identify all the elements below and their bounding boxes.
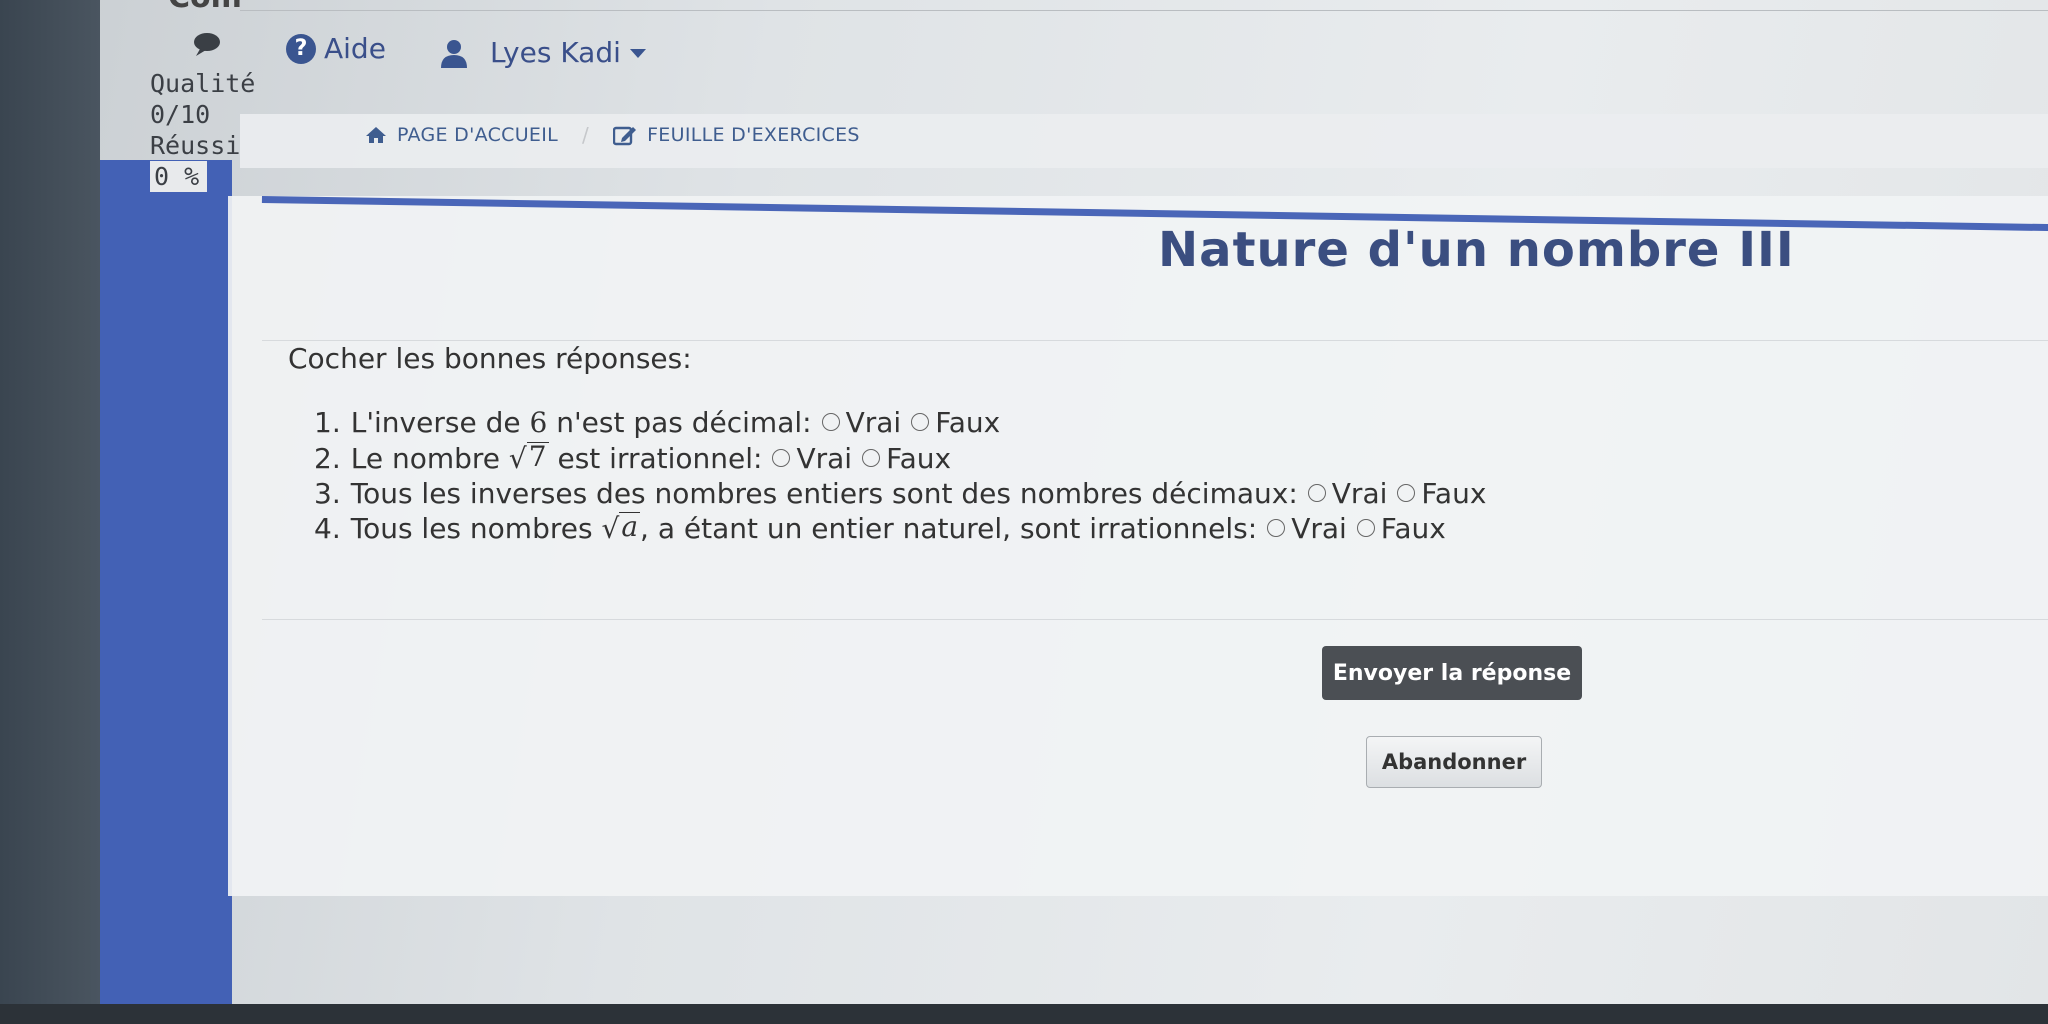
instruction: Cocher les bonnes réponses:	[288, 342, 692, 375]
question-text: Le nombre	[350, 441, 509, 475]
radio-true[interactable]	[772, 449, 791, 467]
question-text: n'est pas décimal:	[547, 405, 812, 439]
home-icon	[366, 127, 386, 143]
question-text: Tous les inverses des nombres entiers so…	[350, 476, 1298, 510]
caret-down-icon	[629, 48, 646, 58]
question-number: 3.	[314, 476, 341, 510]
breadcrumb: PAGE D'ACCUEIL / FEUILLE D'EXERCICES	[365, 123, 860, 147]
help-label: Aide	[324, 32, 386, 65]
question-text: , a étant un entier naturel, sont irrati…	[640, 511, 1258, 545]
question-text: Tous les nombres	[350, 511, 602, 545]
option-true-label: Vrai	[1331, 476, 1388, 510]
question-text: L'inverse de	[350, 405, 530, 439]
sqrt-symbol: √	[508, 441, 527, 475]
radio-false[interactable]	[862, 449, 881, 467]
help-icon: ?	[286, 33, 316, 64]
option-false[interactable]: Faux	[852, 442, 951, 475]
quality-label: Qualité	[150, 69, 256, 98]
radio-true[interactable]	[1267, 519, 1286, 537]
option-false[interactable]: Faux	[1347, 512, 1446, 545]
breadcrumb-separator: /	[582, 123, 590, 147]
user-icon	[441, 39, 467, 68]
breadcrumb-home[interactable]: PAGE D'ACCUEIL	[397, 124, 558, 146]
top-divider	[240, 10, 2048, 11]
user-name: Lyes Kadi	[490, 36, 621, 69]
breadcrumb-exercises[interactable]: FEUILLE D'EXERCICES	[647, 124, 860, 146]
question-text: est irrationnel:	[548, 441, 763, 475]
question-number: 2.	[314, 441, 341, 475]
radio-true[interactable]	[821, 413, 840, 431]
question-item: 1. L'inverse de 6 n'est pas décimal: Vra…	[314, 404, 1486, 440]
option-false-label: Faux	[886, 441, 952, 475]
chat-icon[interactable]	[192, 32, 222, 56]
question-number: 1.	[314, 405, 341, 439]
success-label: Réussi	[150, 131, 241, 160]
edit-icon	[613, 126, 637, 146]
radio-true[interactable]	[1307, 484, 1326, 502]
submit-answer-button[interactable]: Envoyer la réponse	[1322, 646, 1582, 700]
option-false[interactable]: Faux	[1387, 477, 1486, 510]
math-value: 6	[529, 405, 548, 439]
radio-false[interactable]	[1397, 484, 1416, 502]
option-true[interactable]: Vrai	[1257, 512, 1347, 545]
radio-false[interactable]	[911, 413, 930, 431]
option-false-label: Faux	[1380, 511, 1446, 545]
success-value: 0 %	[150, 161, 208, 192]
question-number: 4.	[314, 511, 341, 545]
sidebar	[100, 160, 232, 1010]
option-true[interactable]: Vrai	[812, 405, 902, 439]
question-item: 2. Le nombre √ 7 est irrationnel: Vrai Fa…	[314, 440, 1486, 476]
option-true-label: Vrai	[796, 441, 853, 475]
option-false[interactable]: Faux	[901, 406, 1000, 439]
radicand: 7	[526, 439, 549, 473]
option-false-label: Faux	[1421, 476, 1487, 510]
option-true-label: Vrai	[1291, 511, 1347, 545]
cut-heading: Com	[168, 0, 242, 15]
sqrt-expression: √ a	[601, 509, 641, 545]
radio-false[interactable]	[1356, 519, 1375, 537]
help-link[interactable]: ? Aide	[286, 32, 386, 65]
user-menu[interactable]: Lyes Kadi	[440, 36, 647, 69]
question-item: 3. Tous les inverses des nombres entiers…	[314, 476, 1486, 510]
left-edge	[0, 0, 100, 1010]
option-true[interactable]: Vrai	[1298, 476, 1388, 510]
sqrt-symbol: √	[601, 511, 620, 545]
score-panel: Qualité 0/10 Réussi 0 %	[150, 68, 256, 192]
question-list: 1. L'inverse de 6 n'est pas décimal: Vra…	[314, 404, 1486, 546]
screen-bezel	[0, 1004, 2048, 1024]
question-item: 4. Tous les nombres √ a , a étant un enti…	[314, 510, 1486, 546]
option-false-label: Faux	[935, 405, 1001, 439]
option-true[interactable]: Vrai	[762, 442, 852, 475]
sqrt-expression: √ 7	[508, 439, 549, 475]
quality-value: 0/10	[150, 100, 211, 129]
option-true-label: Vrai	[845, 405, 902, 439]
page-title: Nature d'un nombre III	[1158, 222, 1795, 278]
abandon-button[interactable]: Abandonner	[1366, 736, 1542, 788]
radicand: a	[619, 509, 641, 543]
